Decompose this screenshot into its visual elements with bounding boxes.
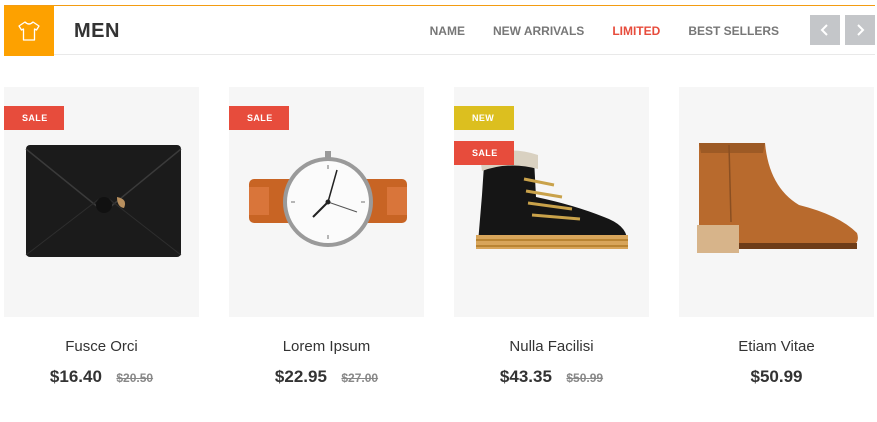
tab-best-sellers[interactable]: BEST SELLERS bbox=[688, 24, 779, 38]
product-old-price: $20.50 bbox=[116, 371, 154, 385]
category-header: MEN NAME NEW ARRIVALS LIMITED BEST SELLE… bbox=[4, 5, 875, 56]
product-name[interactable]: Etiam Vitae bbox=[679, 338, 874, 355]
tshirt-icon bbox=[4, 6, 54, 56]
product-image[interactable] bbox=[679, 87, 874, 317]
product-prices: $22.95 $27.00 bbox=[229, 367, 424, 387]
next-button[interactable] bbox=[845, 15, 875, 45]
product-name[interactable]: Fusce Orci bbox=[4, 338, 199, 355]
tab-new-arrivals[interactable]: NEW ARRIVALS bbox=[493, 24, 584, 38]
prev-button[interactable] bbox=[810, 15, 840, 45]
product-image[interactable]: SALE bbox=[229, 87, 424, 317]
tab-limited[interactable]: LIMITED bbox=[612, 24, 660, 38]
product-grid: SALE Fusce Orci $16.40 $20.50 SALE Lorem… bbox=[4, 87, 875, 407]
product-card[interactable]: NEW SALE Nulla Facilisi $43.35 $50.99 bbox=[454, 87, 649, 387]
product-prices: $50.99 bbox=[679, 367, 874, 387]
product-prices: $43.35 $50.99 bbox=[454, 367, 649, 387]
product-old-price: $50.99 bbox=[566, 371, 604, 385]
product-image[interactable]: NEW SALE bbox=[454, 87, 649, 317]
product-price: $16.40 bbox=[49, 367, 102, 386]
new-badge: NEW bbox=[454, 106, 514, 130]
chevron-left-icon bbox=[820, 24, 828, 36]
sale-badge: SALE bbox=[454, 141, 514, 165]
sale-badge: SALE bbox=[4, 106, 64, 130]
product-prices: $16.40 $20.50 bbox=[4, 367, 199, 387]
product-old-price: $27.00 bbox=[341, 371, 379, 385]
product-name[interactable]: Lorem Ipsum bbox=[229, 338, 424, 355]
category-title: MEN bbox=[74, 20, 120, 42]
sale-badge: SALE bbox=[229, 106, 289, 130]
product-price: $43.35 bbox=[499, 367, 552, 386]
tab-name[interactable]: NAME bbox=[430, 24, 465, 38]
ankle-boot-image bbox=[697, 143, 858, 253]
chevron-right-icon bbox=[857, 24, 865, 36]
product-card[interactable]: SALE Fusce Orci $16.40 $20.50 bbox=[4, 87, 199, 387]
product-card[interactable]: SALE Lorem Ipsum $22.95 $27.00 bbox=[229, 87, 424, 387]
product-image[interactable]: SALE bbox=[4, 87, 199, 317]
product-card[interactable]: Etiam Vitae $50.99 bbox=[679, 87, 874, 387]
product-name[interactable]: Nulla Facilisi bbox=[454, 338, 649, 355]
product-tabs: NAME NEW ARRIVALS LIMITED BEST SELLERS bbox=[402, 6, 779, 56]
product-price: $22.95 bbox=[274, 367, 327, 386]
product-price: $50.99 bbox=[750, 367, 803, 386]
